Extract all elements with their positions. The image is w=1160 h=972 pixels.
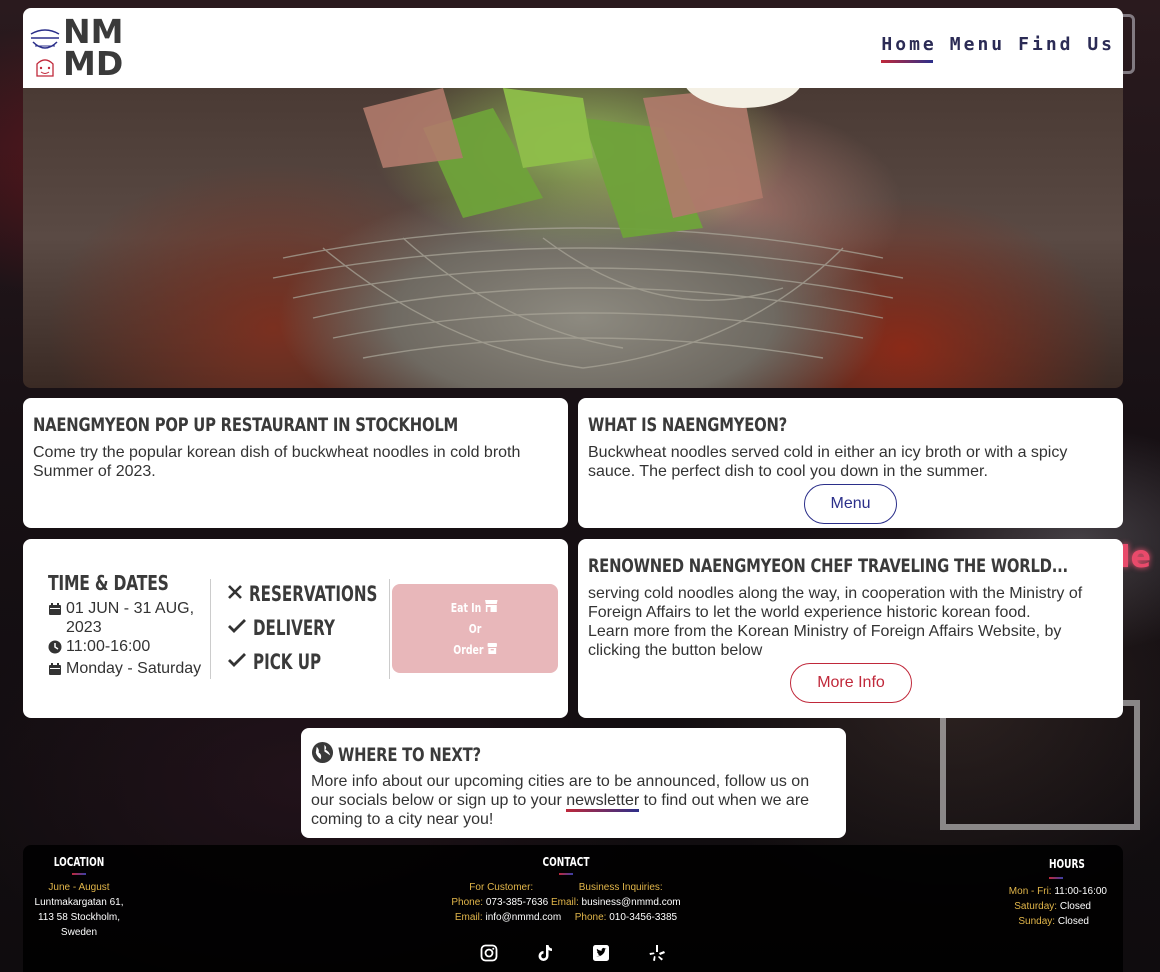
yelp-icon[interactable] [648,944,666,962]
check-icon [227,652,247,673]
order-button[interactable]: Eat In Or Order [392,584,558,673]
location-heading: LOCATION [53,855,105,869]
order-line: Order [453,642,497,658]
calendar-icon [48,599,62,621]
contact-heading: CONTACT [542,855,590,869]
cross-icon [227,584,243,605]
popup-title: NAENGMYEON POP UP RESTAURANT IN STOCKHOL… [33,414,459,436]
service-label: RESERVATIONS [249,582,378,606]
twitter-icon[interactable] [592,944,610,962]
hours-text: 11:00-16:00 [66,638,151,655]
location-period: June - August [48,882,110,893]
more-info-button[interactable]: More Info [790,663,912,703]
heading-underline [1049,877,1063,879]
menu-button[interactable]: Menu [804,484,897,524]
where-next-text: More info about our upcoming cities are … [311,773,810,828]
customer-phone[interactable]: 073-385-7636 [486,897,548,908]
hours-heading: HOURS [1049,857,1085,871]
eat-in-line: Eat In [451,599,499,616]
hero-image [23,88,1123,388]
what-title: WHAT IS NAENGMYEON? [588,414,788,436]
time-card: TIME & DATES 01 JUN - 31 AUG, 2023 11:00… [23,539,568,718]
box-icon [486,642,497,658]
popup-text: Come try the popular korean dish of buck… [33,444,521,480]
heading-underline [72,873,86,875]
background-decor [940,700,1140,830]
site-header: NM MD Home Menu Find Us [23,8,1123,88]
footer-location: LOCATION June - August Luntmakargatan 61… [33,855,125,940]
instagram-icon[interactable] [480,944,498,962]
hours-row: 11:00-16:00 [48,637,208,659]
clock-icon [48,637,62,659]
check-icon [227,618,247,639]
customer-email[interactable]: info@nmmd.com [485,912,561,923]
globe-icon [311,741,334,769]
store-icon [485,599,499,616]
chef-text: serving cold noodles along the way, in c… [588,585,1083,621]
where-next-card: WHERE TO NEXT? More info about our upcom… [301,728,846,838]
logo[interactable]: NM MD [29,14,129,82]
address-line: 113 58 Stockholm, [37,912,121,923]
days-text: Monday - Saturday [66,660,202,677]
dates-row: 01 JUN - 31 AUG, 2023 [48,599,208,637]
days-row: Monday - Saturday [48,659,208,681]
chef-text-link: Learn more from the Korean Ministry of F… [588,623,1062,659]
address-line: Luntmakargatan 61, [34,897,124,908]
where-next-title: WHERE TO NEXT? [338,744,481,766]
business-email[interactable]: business@nmmd.com [582,897,681,908]
site-footer: LOCATION June - August Luntmakargatan 61… [23,845,1123,972]
nav-home-link[interactable]: Home [881,34,936,63]
service-label: PICK UP [253,650,322,674]
or-text: Or [468,622,482,636]
newsletter-link[interactable]: newsletter [566,792,640,812]
dates-text: 01 JUN - 31 AUG, 2023 [66,600,195,636]
heading-underline [559,873,573,875]
time-title: TIME & DATES [48,571,169,595]
calendar-icon [48,659,62,681]
business-phone[interactable]: 010-3456-3385 [609,912,677,923]
nav-find-us-link[interactable]: Find Us [1018,34,1115,63]
logo-text: NM MD [63,12,124,83]
footer-contact: CONTACT For Customer: Business Inquiries… [451,855,681,923]
tiktok-icon[interactable] [536,944,554,962]
divider [210,579,211,679]
popup-card: NAENGMYEON POP UP RESTAURANT IN STOCKHOL… [23,398,568,528]
chef-title: RENOWNED NAENGMYEON CHEF TRAVELING THE W… [588,555,1068,577]
divider [389,579,390,679]
time-dates-section: TIME & DATES 01 JUN - 31 AUG, 2023 11:00… [48,571,208,681]
what-text: Buckwheat noodles served cold in either … [588,444,1068,480]
social-links [480,944,666,962]
logo-bowl-icon [30,29,60,77]
main-nav: Home Menu Find Us [881,34,1115,63]
what-card: WHAT IS NAENGMYEON? Buckwheat noodles se… [578,398,1123,528]
address-line: Sweden [60,927,98,938]
nav-menu-link[interactable]: Menu [950,34,1005,63]
chef-card: RENOWNED NAENGMYEON CHEF TRAVELING THE W… [578,539,1123,718]
service-label: DELIVERY [253,616,335,640]
footer-hours: HOURS Mon - Fri: 11:00-16:00 Saturday: C… [1008,857,1107,927]
